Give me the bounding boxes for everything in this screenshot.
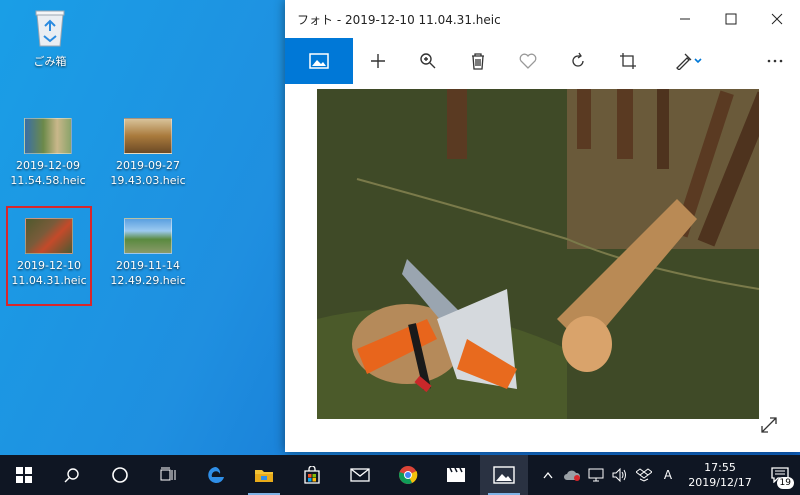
network-status[interactable] <box>584 455 608 495</box>
ime-indicator[interactable]: A <box>656 455 680 495</box>
zoom-button[interactable] <box>403 38 453 84</box>
dropbox-status[interactable] <box>632 455 656 495</box>
add-button[interactable] <box>353 38 403 84</box>
edit-draw-button[interactable] <box>659 38 719 84</box>
file-thumbnail <box>124 118 172 154</box>
folder-icon <box>255 470 273 482</box>
zoom-icon <box>420 53 436 69</box>
delete-icon <box>472 53 484 70</box>
cloud-icon <box>564 470 581 481</box>
rotate-icon <box>572 52 584 67</box>
minimize-icon <box>680 18 690 20</box>
photos-toolbar <box>285 38 800 84</box>
delete-button[interactable] <box>453 38 503 84</box>
desktop-file-icon[interactable]: 2019-11-14 12.49.29.heic <box>108 218 188 288</box>
close-icon <box>771 13 783 25</box>
add-icon <box>371 54 385 68</box>
recycle-bin-label: ごみ箱 <box>33 55 67 68</box>
search-button[interactable] <box>48 455 96 495</box>
edge-button[interactable] <box>192 455 240 495</box>
favorite-button[interactable] <box>503 38 553 84</box>
task-view-button[interactable] <box>144 455 192 495</box>
tray-expand-button[interactable] <box>536 455 560 495</box>
more-button[interactable] <box>750 38 800 84</box>
file-label: 2019-09-27 19.43.03.heic <box>110 159 186 187</box>
clock-time: 17:55 <box>704 461 736 474</box>
desktop-file-icon[interactable]: 2019-09-27 19.43.03.heic <box>108 118 188 188</box>
cortana-button[interactable] <box>96 455 144 495</box>
file-label: 2019-11-14 12.49.29.heic <box>110 259 186 287</box>
edit-icon <box>676 53 702 70</box>
store-button[interactable] <box>288 455 336 495</box>
expand-icon <box>761 417 777 433</box>
mail-button[interactable] <box>336 455 384 495</box>
rotate-button[interactable] <box>553 38 603 84</box>
file-label: 2019-12-09 11.54.58.heic <box>10 159 86 187</box>
clapperboard-icon <box>447 467 465 482</box>
recycle-bin-icon[interactable]: ごみ箱 <box>10 8 90 69</box>
file-explorer-button[interactable] <box>240 455 288 495</box>
search-icon <box>64 468 79 483</box>
edge-icon <box>208 467 224 483</box>
movies-tv-button[interactable] <box>432 455 480 495</box>
action-center-button[interactable]: 19 <box>760 455 800 495</box>
windows-icon <box>16 467 32 483</box>
recycle-bin-graphic <box>33 8 67 48</box>
onedrive-status[interactable] <box>560 455 584 495</box>
crop-button[interactable] <box>603 38 653 84</box>
photos-icon <box>493 466 515 484</box>
photo-graphic <box>317 89 759 419</box>
photos-window: フォト - 2019-12-10 11.04.31.heic <box>285 0 800 452</box>
heart-icon <box>519 53 537 69</box>
maximize-button[interactable] <box>708 0 754 38</box>
file-thumbnail <box>24 118 72 154</box>
cortana-icon <box>112 467 128 483</box>
dropbox-icon <box>636 468 652 482</box>
view-image-button[interactable] <box>285 38 353 84</box>
store-icon <box>304 466 320 484</box>
title-bar[interactable]: フォト - 2019-12-10 11.04.31.heic <box>285 0 800 38</box>
task-view-icon <box>160 467 176 481</box>
network-icon <box>588 468 604 482</box>
speaker-icon <box>612 468 626 482</box>
more-icon <box>767 59 783 63</box>
mail-icon <box>350 468 370 482</box>
clock-date: 2019/12/17 <box>688 476 752 489</box>
clock[interactable]: 17:55 2019/12/17 <box>680 460 760 490</box>
file-label: 2019-12-10 11.04.31.heic <box>11 259 87 287</box>
volume-control[interactable] <box>608 455 632 495</box>
file-thumbnail <box>124 218 172 254</box>
chrome-icon <box>399 466 418 484</box>
maximize-icon <box>725 13 737 25</box>
chrome-button[interactable] <box>384 455 432 495</box>
crop-icon <box>620 53 636 69</box>
image-icon <box>309 53 329 69</box>
start-button[interactable] <box>0 455 48 495</box>
system-tray: A 17:55 2019/12/17 19 <box>536 455 800 495</box>
file-thumbnail <box>25 218 73 254</box>
photo-image <box>317 89 759 419</box>
chevron-up-icon <box>543 471 553 479</box>
fullscreen-button[interactable] <box>760 416 778 438</box>
photos-app-button[interactable] <box>480 455 528 495</box>
taskbar: A 17:55 2019/12/17 19 <box>0 455 800 495</box>
desktop-file-icon-selected[interactable]: 2019-12-10 11.04.31.heic <box>6 206 92 306</box>
close-button[interactable] <box>754 0 800 38</box>
minimize-button[interactable] <box>662 0 708 38</box>
window-title: フォト - 2019-12-10 11.04.31.heic <box>297 12 501 27</box>
notification-count: 19 <box>776 477 794 489</box>
desktop-file-icon[interactable]: 2019-12-09 11.54.58.heic <box>8 118 88 188</box>
